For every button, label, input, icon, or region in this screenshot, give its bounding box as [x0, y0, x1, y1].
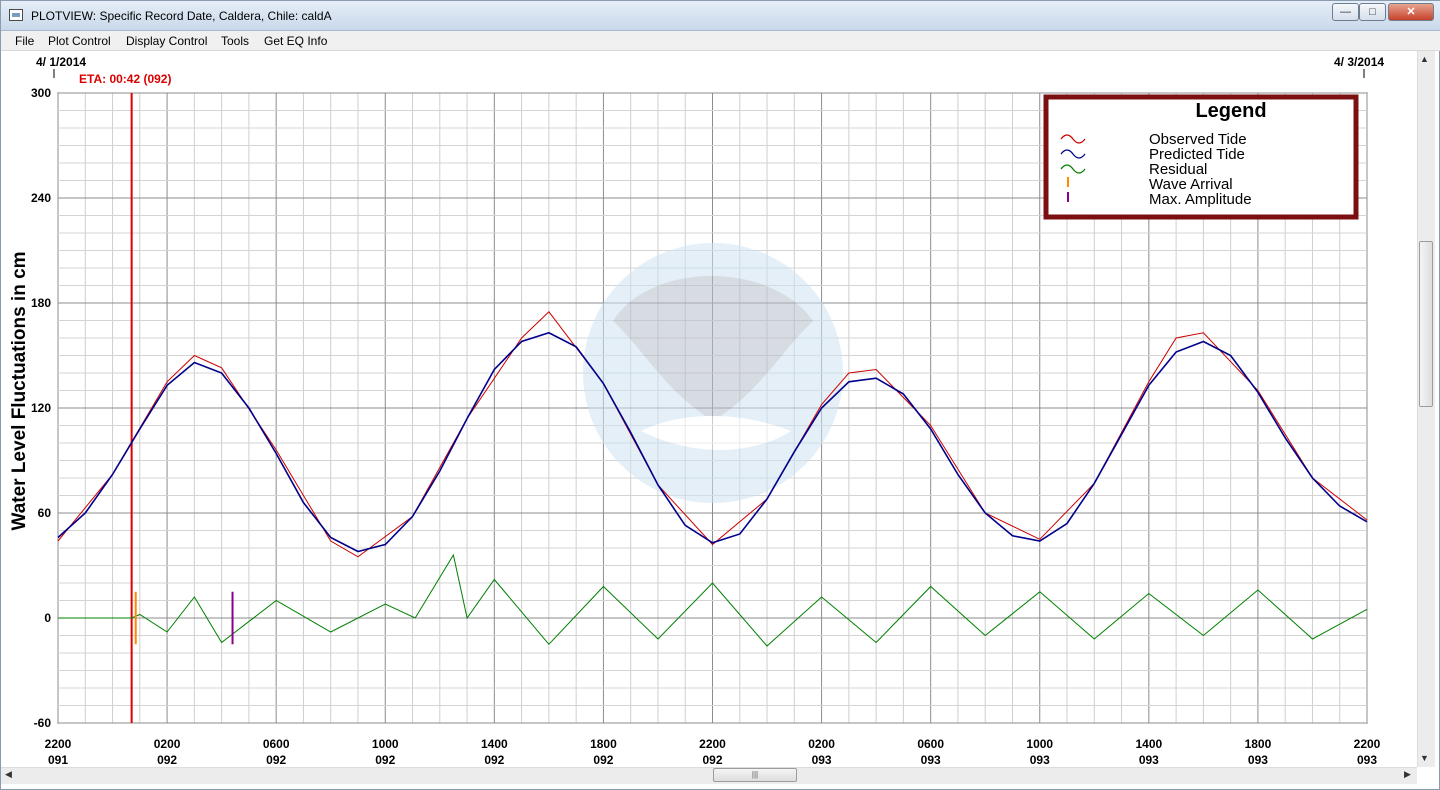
x-tick-day-label: 092: [484, 753, 504, 767]
x-tick-time-label: 1400: [481, 737, 508, 751]
x-tick-day-label: 093: [1139, 753, 1159, 767]
x-axis-ticks: 2200 091 0200 092 0600 092 1000 092 1400 092 1800 0…: [45, 737, 1381, 767]
x-tick-time-label: 0200: [808, 737, 835, 751]
y-tick-label: 0: [44, 611, 51, 625]
y-tick-label: -60: [34, 716, 52, 730]
x-tick-day-label: 092: [266, 753, 286, 767]
y-tick-label: 120: [31, 401, 51, 415]
x-tick-day-label: 093: [1357, 753, 1377, 767]
scroll-up-icon[interactable]: ▲: [1420, 54, 1429, 64]
x-tick-day-label: 092: [593, 753, 613, 767]
horizontal-scrollbar[interactable]: [1, 767, 1417, 784]
close-icon: ✕: [1406, 6, 1416, 18]
y-tick-label: 300: [31, 86, 51, 100]
x-tick-time-label: 0200: [154, 737, 181, 751]
legend-title: Legend: [1195, 100, 1266, 122]
x-tick-time-label: 1800: [590, 737, 617, 751]
x-tick-day-label: 092: [375, 753, 395, 767]
maximize-button[interactable]: □: [1359, 3, 1386, 21]
menu-plot-control[interactable]: Plot Control: [48, 34, 111, 48]
scroll-left-icon[interactable]: ◀: [5, 769, 12, 780]
x-tick-time-label: 0600: [917, 737, 944, 751]
close-button[interactable]: ✕: [1388, 3, 1434, 21]
minimize-button[interactable]: —: [1332, 3, 1359, 21]
menu-get-eq-info[interactable]: Get EQ Info: [264, 34, 327, 48]
plotview-window: PLOTVIEW: Specific Record Date, Caldera,…: [0, 0, 1440, 790]
menu-display-control[interactable]: Display Control: [126, 34, 207, 48]
app-icon[interactable]: [9, 9, 23, 21]
vertical-scrollbar[interactable]: [1417, 51, 1435, 767]
legend-item-max-amplitude: Max. Amplitude: [1149, 191, 1252, 208]
x-tick-time-label: 2200: [1354, 737, 1381, 751]
x-tick-time-label: 2200: [699, 737, 726, 751]
menu-file[interactable]: File: [15, 34, 34, 48]
y-axis-ticks: 300 240 180 120 60 0 -60: [31, 86, 51, 730]
tide-chart: Water Level Fluctuations in cm 300 240 180…: [9, 55, 1384, 767]
y-tick-label: 60: [38, 506, 52, 520]
x-tick-time-label: 1800: [1245, 737, 1272, 751]
y-tick-label: 180: [31, 296, 51, 310]
minimize-icon: —: [1340, 6, 1351, 18]
x-tick-day-label: 093: [1030, 753, 1050, 767]
start-date-label: 4/ 1/2014: [36, 55, 86, 69]
y-axis-label: Water Level Fluctuations in cm: [9, 251, 30, 530]
x-tick-time-label: 2200: [45, 737, 72, 751]
x-tick-day-label: 093: [921, 753, 941, 767]
x-tick-day-label: 093: [1248, 753, 1268, 767]
x-tick-time-label: 1000: [372, 737, 399, 751]
x-tick-time-label: 1000: [1026, 737, 1053, 751]
maximize-icon: □: [1369, 6, 1376, 18]
end-date-label: 4/ 3/2014: [1334, 55, 1384, 69]
title-bar: PLOTVIEW: Specific Record Date, Caldera,…: [1, 1, 1440, 31]
vertical-scroll-thumb[interactable]: [1419, 241, 1433, 407]
legend: Legend Observed Tide Predicted Tide Resi…: [1043, 94, 1359, 220]
x-tick-day-label: 093: [812, 753, 832, 767]
x-tick-day-label: 091: [48, 753, 68, 767]
window-title: PLOTVIEW: Specific Record Date, Caldera,…: [31, 9, 332, 23]
x-tick-day-label: 092: [702, 753, 722, 767]
x-tick-day-label: 092: [157, 753, 177, 767]
horizontal-scroll-thumb[interactable]: |||: [713, 768, 797, 782]
noaa-watermark: [583, 243, 843, 503]
x-tick-time-label: 0600: [263, 737, 290, 751]
scroll-right-icon[interactable]: ▶: [1404, 769, 1411, 780]
x-tick-time-label: 1400: [1135, 737, 1162, 751]
menu-bar: File Plot Control Display Control Tools …: [1, 31, 1440, 51]
scroll-down-icon[interactable]: ▼: [1420, 753, 1429, 763]
y-tick-label: 240: [31, 191, 51, 205]
menu-tools[interactable]: Tools: [221, 34, 249, 48]
eta-label: ETA: 00:42 (092): [79, 72, 171, 86]
